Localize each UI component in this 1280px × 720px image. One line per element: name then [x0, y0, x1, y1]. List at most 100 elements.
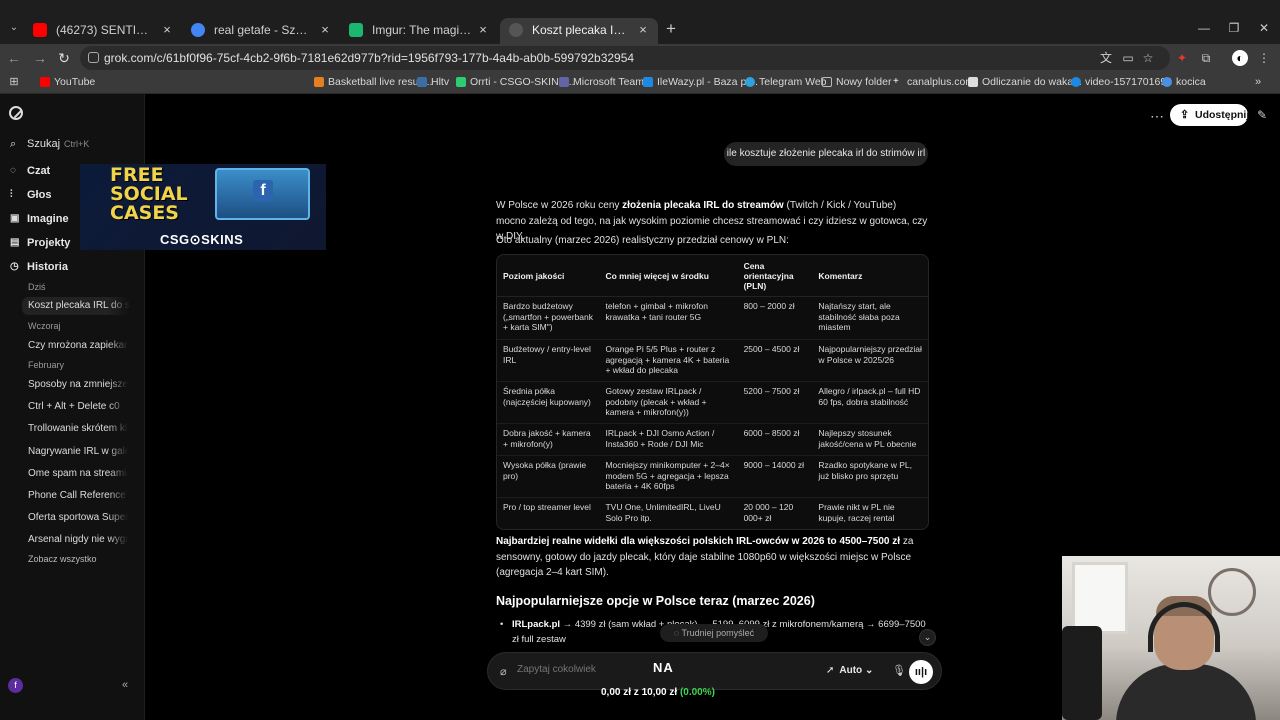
browser-tab-4-active[interactable]: Koszt plecaka IRL do streamów ×	[500, 18, 658, 44]
history-item[interactable]: Phone Call Reference	[28, 490, 128, 501]
user-avatar[interactable]: f	[8, 678, 23, 693]
sidebar-item-historia[interactable]: ◷ Historia	[10, 261, 68, 273]
history-item[interactable]: Oferta sportowa Superbe	[28, 512, 128, 523]
wall-clock-icon	[1208, 568, 1256, 616]
chevron-down-icon: ⌄	[864, 665, 874, 676]
table-cell: Wysoka półka (prawie pro)	[497, 455, 600, 497]
table-header-cell: Poziom jakości	[497, 255, 600, 297]
bookmark-folder[interactable]: Nowy folder	[822, 76, 891, 88]
table-cell: 5200 – 7500 zł	[737, 381, 813, 423]
history-item-active[interactable]: Koszt plecaka IRL do stre	[22, 297, 130, 315]
imgur-favicon-icon	[349, 23, 363, 37]
browser-tab-3[interactable]: Imgur: The magic of the Interne ×	[340, 18, 498, 44]
see-all-link[interactable]: Zobacz wszystko	[28, 554, 97, 564]
chat-input[interactable]	[517, 664, 667, 675]
image-icon: ▣	[10, 213, 20, 224]
tab-close-icon[interactable]: ×	[636, 18, 650, 42]
more-bookmarks-icon[interactable]: »	[1250, 74, 1266, 90]
table-cell: Gotowy zestaw IRLpack / podobny (plecak …	[599, 381, 738, 423]
bookmark-telegram[interactable]: Telegram Web	[745, 76, 827, 88]
section-heading: Najpopularniejsze opcje w Polsce teraz (…	[496, 594, 815, 608]
browser-menu-icon[interactable]: ⋮	[1256, 50, 1272, 66]
sidebar-item-imagine[interactable]: ▣ Imagine	[10, 213, 69, 225]
tab-close-icon[interactable]: ×	[476, 18, 490, 42]
table-row: Średnia półka (najczęściej kupowany) Got…	[497, 381, 928, 423]
grok-favicon-icon	[509, 23, 523, 37]
back-arrow-icon[interactable]: ←	[6, 50, 22, 66]
share-icon: ⇪	[1180, 109, 1190, 121]
bookmark-orrti[interactable]: Orrti - CSGO-SKINS...	[456, 76, 574, 88]
browser-tab-2[interactable]: real getafe - Szukaj w Google ×	[182, 18, 340, 44]
bookmark-hltv[interactable]: Hltv	[417, 76, 449, 88]
table-cell: 20 000 – 120 000+ zł	[737, 497, 813, 529]
sidebar-item-glos[interactable]: ⫶ Głos	[10, 189, 51, 201]
history-item[interactable]: Nagrywanie IRL w galerii	[28, 446, 128, 457]
share-button[interactable]: ⇪ Udostępnij	[1170, 104, 1249, 126]
history-item[interactable]: Czy mrożona zapiekanka g	[28, 340, 128, 351]
reload-icon[interactable]: ↻	[56, 50, 72, 66]
browser-tab-strip: ⌄ (46273) SENTINO - Lato prod. C × real …	[0, 0, 1280, 44]
minimize-icon[interactable]: —	[1196, 20, 1212, 36]
scroll-down-icon[interactable]: ⌄	[919, 629, 936, 646]
history-item[interactable]: Ctrl + Alt + Delete c0	[28, 401, 128, 412]
extension-red-icon[interactable]: ✦	[1174, 50, 1190, 66]
history-item[interactable]: Trollowanie skrótem klaw	[28, 423, 128, 434]
bookmarks-bar: ⊞ YouTube Basketball live result... Hltv…	[0, 72, 1280, 94]
kocica-icon	[1162, 77, 1172, 87]
profile-avatar-icon[interactable]: ◐	[1232, 50, 1248, 66]
history-item[interactable]: Sposoby na zmniejszenie	[28, 379, 128, 390]
extensions-puzzle-icon[interactable]: ⧉	[1198, 50, 1214, 66]
maximize-icon[interactable]: ❐	[1226, 20, 1242, 36]
user-message-bubble: ile kosztuje złożenie plecaka irl do str…	[724, 142, 928, 166]
promo-banner: FREE SOCIAL CASES CSG⊙SKINS	[80, 164, 326, 250]
model-mode-selector[interactable]: ➚ Auto ⌄	[826, 665, 873, 676]
bookmark-basketball[interactable]: Basketball live result...	[314, 76, 432, 88]
close-window-icon[interactable]: ✕	[1256, 20, 1272, 36]
rocket-icon: ➚	[826, 665, 835, 676]
microphone-icon[interactable]: 🎙︎	[892, 664, 906, 677]
streamer-body	[1116, 664, 1256, 720]
cast-icon[interactable]: ▭	[1120, 50, 1136, 66]
table-cell: Średnia półka (najczęściej kupowany)	[497, 381, 600, 423]
sidebar-item-projekty[interactable]: ▤ Projekty	[10, 237, 70, 249]
site-info-icon[interactable]	[88, 52, 99, 63]
attach-paperclip-icon[interactable]: ⌀	[500, 665, 507, 678]
url-input[interactable]: grok.com/c/61bf0f96-75cf-4cb2-9f6b-7181e…	[80, 46, 1170, 70]
page-icon	[968, 77, 978, 87]
bookmark-star-icon[interactable]: ☆	[1140, 50, 1156, 66]
promo-brand: CSG⊙SKINS	[160, 232, 244, 247]
chair	[1062, 626, 1102, 720]
history-item[interactable]: Ome spam na streamie –	[28, 468, 128, 479]
forward-arrow-icon[interactable]: →	[32, 50, 48, 66]
bookmark-youtube[interactable]: YouTube	[40, 76, 95, 88]
collapse-sidebar-icon[interactable]: «	[122, 679, 128, 691]
sidebar-search[interactable]: ⌕ Szukaj Ctrl+K	[10, 138, 89, 150]
apps-grid-icon[interactable]: ⊞	[6, 74, 22, 90]
voice-mode-button[interactable]: ıı|ı	[909, 660, 933, 684]
plus-icon: +	[893, 76, 899, 87]
translate-icon[interactable]: 文	[1098, 50, 1114, 66]
history-item[interactable]: Arsenal nigdy nie wygrał	[28, 534, 128, 545]
tab-close-icon[interactable]: ×	[160, 18, 174, 42]
tab-search-icon[interactable]: ⌄	[6, 20, 22, 36]
new-tab-plus-icon[interactable]: +	[662, 20, 680, 38]
bookmark-odliczanie[interactable]: Odliczanie do waka...	[968, 76, 1082, 88]
bookmark-ilewazy[interactable]: IleWazy.pl - Baza pr...	[643, 76, 758, 88]
search-icon: ⌕	[10, 138, 17, 150]
more-options-icon[interactable]: ⋯	[1150, 108, 1164, 125]
browser-tab-1[interactable]: (46273) SENTINO - Lato prod. C ×	[24, 18, 182, 44]
table-cell: 6000 – 8500 zł	[737, 423, 813, 455]
sidebar-item-czat[interactable]: ◌ Czat	[10, 165, 50, 177]
think-harder-chip[interactable]: ◌ Trudniej pomyśleć	[660, 624, 768, 642]
folder-icon: ▤	[10, 237, 20, 248]
grok-logo-icon[interactable]	[9, 106, 23, 120]
table-cell: Najlepszy stosunek jakość/cena w PL obec…	[812, 423, 928, 455]
bookmark-canalplus[interactable]: + canalplus.com	[893, 76, 974, 88]
bookmark-kocica[interactable]: kocica	[1162, 76, 1206, 88]
tab-close-icon[interactable]: ×	[318, 18, 332, 42]
bookmark-teams[interactable]: Microsoft Teams	[559, 76, 649, 88]
table-cell: Allegro / irlpack.pl – full HD 60 fps, d…	[812, 381, 928, 423]
bookmark-video[interactable]: video-1571701694	[1071, 76, 1172, 88]
new-chat-icon[interactable]: ✎	[1257, 108, 1267, 122]
table-cell: telefon + gimbal + mikrofon krawatka + t…	[605, 301, 708, 322]
